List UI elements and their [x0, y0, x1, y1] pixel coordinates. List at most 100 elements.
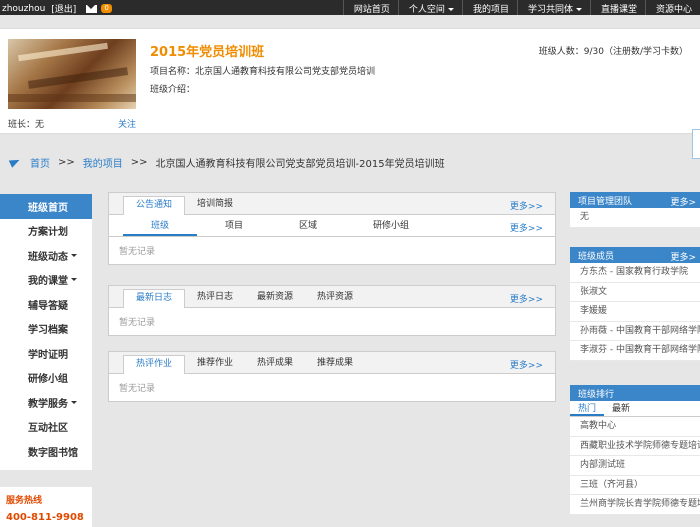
members-header: 班级成员 更多> [570, 247, 700, 263]
notice-subtab[interactable]: 项目 [197, 215, 271, 236]
left-menu-item[interactable]: 教学服务 [0, 390, 92, 415]
panel-tab[interactable]: 热评作业 [123, 355, 186, 374]
breadcrumb-separator: >> [58, 156, 75, 168]
notice-subtabs: 班级 项目 区域 研修小组 更多>> [109, 215, 555, 237]
left-menu-label: 辅导答疑 [28, 300, 68, 312]
list-item[interactable]: 西藏职业技术学院师德专题培训 [570, 437, 700, 456]
members-more-link[interactable]: 更多> [670, 250, 696, 263]
left-menu-item[interactable]: 数字图书馆 [0, 439, 92, 464]
breadcrumb-home[interactable]: 首页 [30, 155, 50, 170]
follow-link[interactable]: 关注 [118, 117, 136, 130]
left-menu-item[interactable]: 方案计划 [0, 219, 92, 244]
logs-more-link[interactable]: 更多>> [510, 292, 543, 305]
mail-count-badge: 0 [101, 4, 112, 13]
panel-tab[interactable]: 热评成果 [245, 355, 305, 373]
left-menu-label: 互动社区 [28, 423, 68, 435]
top-nav-item[interactable]: 直播课堂 [589, 0, 645, 15]
left-menu-label: 班级首页 [28, 202, 68, 214]
hotline-title: 服务热线 [6, 496, 43, 506]
chevron-down-icon [71, 400, 77, 404]
list-item[interactable]: 高教中心 [570, 417, 700, 437]
panel-tab[interactable]: 最新日志 [123, 289, 186, 308]
left-menu-label: 学时证明 [28, 349, 68, 361]
left-menu-item[interactable]: 学时证明 [0, 341, 92, 366]
class-thumbnail [8, 39, 136, 109]
top-nav-label: 学习共同体 [527, 5, 573, 15]
panel-tab[interactable]: 培训简报 [185, 196, 245, 214]
ranking-title: 班级排行 [578, 389, 615, 400]
notice-subtabs-more-link[interactable]: 更多>> [510, 221, 543, 234]
notice-subtab[interactable]: 区域 [271, 215, 345, 236]
works-panel: 热评作业 推荐作业 热评成果 推荐成果 更多>> 暂无记录 [108, 351, 556, 402]
project-name: 项目名称：北京国人通教育科技有限公司党支部党员培训 [150, 67, 376, 77]
top-nav-item[interactable]: 个人空间 [397, 0, 462, 15]
left-menu-label: 研修小组 [28, 374, 68, 386]
class-intro: 班级介绍： [150, 85, 196, 95]
top-nav-item[interactable]: 资源中心 [644, 0, 700, 15]
members-box: 班级成员 更多> 方东杰 - 国家教育行政学院 张淑文 李媛媛 孙雨薇 - 中国教育干… [570, 247, 700, 361]
works-tabs: 热评作业 推荐作业 热评成果 推荐成果 更多>> [109, 352, 555, 374]
ranking-tab[interactable]: 热门 [570, 401, 605, 416]
username-link[interactable]: zhouzhou [2, 4, 45, 14]
panel-tab[interactable]: 热评资源 [305, 289, 365, 307]
list-item[interactable]: 无 [570, 208, 700, 228]
panel-tab[interactable]: 最新资源 [245, 289, 305, 307]
members-title: 班级成员 [578, 251, 615, 262]
chevron-down-icon [71, 278, 77, 282]
list-item[interactable]: 三班（齐河县） [570, 476, 700, 495]
top-nav-item[interactable]: 我的项目 [461, 0, 517, 15]
left-menu-item[interactable]: 班级动态 [0, 243, 92, 268]
panel-tab[interactable]: 公告通知 [123, 196, 186, 215]
left-menu-label: 学习档案 [28, 325, 68, 337]
chevron-down-icon [575, 8, 582, 11]
breadcrumb-separator: >> [130, 156, 148, 168]
left-menu-item[interactable]: 互动社区 [0, 415, 92, 440]
left-menu-label: 我的课堂 [28, 276, 68, 288]
notice-more-link[interactable]: 更多>> [510, 199, 543, 212]
breadcrumb-my-projects[interactable]: 我的项目 [83, 155, 123, 170]
top-nav-label: 资源中心 [655, 5, 692, 15]
logs-tabs: 最新日志 热评日志 最新资源 热评资源 更多>> [109, 286, 555, 308]
list-item[interactable]: 孙雨薇 - 中国教育干部网络学院 [570, 322, 700, 341]
left-menu-item[interactable]: 研修小组 [0, 366, 92, 391]
notice-tabs: 公告通知 培训简报 更多>> [109, 193, 555, 215]
mail-icon[interactable] [86, 4, 98, 13]
hotline-box: 服务热线 400-811-9908 [0, 487, 92, 527]
left-menu-item[interactable]: 辅导答疑 [0, 292, 92, 317]
panel-tab[interactable]: 热评日志 [185, 289, 245, 307]
list-item[interactable]: 张淑文 [570, 283, 700, 302]
top-nav: 网站首页 个人空间 我的项目 学习共同体 直播课堂 资源中心 [342, 0, 700, 15]
top-nav-item[interactable]: 学习共同体 [516, 0, 590, 15]
notice-empty: 暂无记录 [119, 247, 156, 257]
left-menu: 班级首页方案计划班级动态我的课堂辅导答疑学习档案学时证明研修小组教学服务互动社区… [0, 194, 92, 470]
left-menu-item[interactable]: 班级首页 [0, 194, 92, 219]
team-more-link[interactable]: 更多> [670, 195, 696, 208]
list-item[interactable]: 李淑芬 - 中国教育干部网络学院 [570, 341, 700, 361]
notice-subtab[interactable]: 班级 [123, 215, 197, 236]
works-more-link[interactable]: 更多>> [510, 358, 543, 371]
breadcrumb-current: 北京国人通教育科技有限公司党支部党员培训-2015年党员培训班 [155, 158, 445, 170]
top-nav-label: 我的项目 [472, 5, 509, 15]
left-menu-item[interactable]: 我的课堂 [0, 268, 92, 293]
top-nav-item[interactable]: 网站首页 [342, 0, 398, 15]
ranking-tab[interactable]: 最新 [604, 401, 638, 416]
left-menu-item[interactable]: 学习档案 [0, 317, 92, 342]
team-box: 项目管理团队 更多> 无 [570, 192, 700, 228]
list-item[interactable]: 兰州商学院长青学院师德专题培训 [570, 495, 700, 515]
top-nav-label: 个人空间 [408, 5, 445, 15]
left-menu-label: 教学服务 [28, 398, 68, 410]
send-icon [8, 156, 22, 168]
list-item[interactable]: 方东杰 - 国家教育行政学院 [570, 263, 700, 283]
top-nav-label: 网站首页 [353, 5, 390, 15]
notice-subtab[interactable]: 研修小组 [345, 215, 437, 236]
list-item[interactable]: 内部测试班 [570, 456, 700, 476]
logs-panel: 最新日志 热评日志 最新资源 热评资源 更多>> 暂无记录 [108, 285, 556, 336]
left-menu-label: 班级动态 [28, 251, 68, 263]
class-title: 2015年党员培训班 [150, 45, 265, 60]
panel-tab[interactable]: 推荐成果 [305, 355, 365, 373]
logout-link[interactable]: [退出] [51, 2, 76, 15]
team-title: 项目管理团队 [578, 196, 633, 207]
list-item[interactable]: 李媛媛 [570, 302, 700, 322]
panel-tab[interactable]: 推荐作业 [185, 355, 245, 373]
monitor-label: 班长：无 [8, 120, 45, 130]
